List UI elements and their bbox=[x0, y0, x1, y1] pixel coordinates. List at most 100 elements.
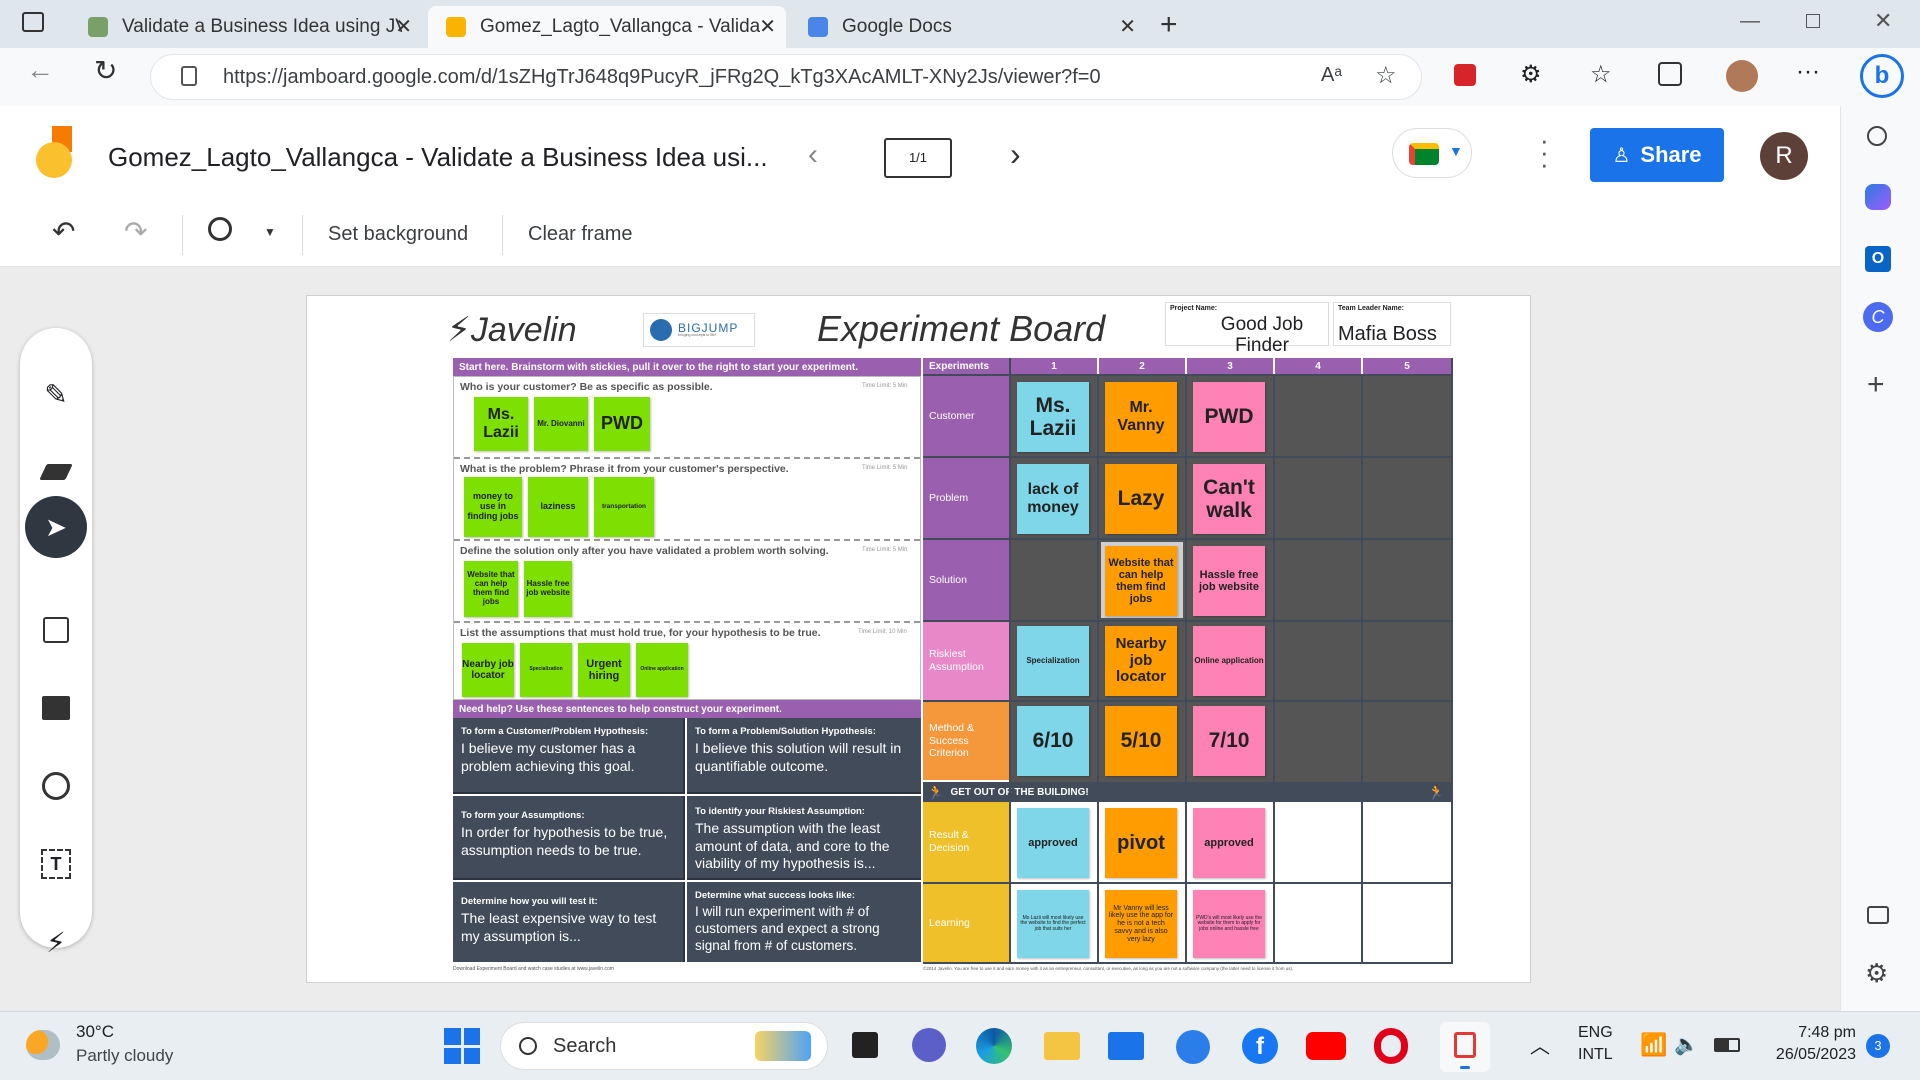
sticky-note[interactable]: PWD bbox=[594, 397, 650, 451]
sticky-note[interactable]: Hassle free job website bbox=[524, 561, 572, 617]
app-icon[interactable] bbox=[1176, 1030, 1210, 1064]
favorite-add-icon[interactable]: ☆ bbox=[1375, 61, 1397, 90]
zoom-dropdown-icon[interactable]: ▼ bbox=[264, 225, 276, 239]
circle-tool[interactable] bbox=[20, 756, 92, 816]
clear-frame-button[interactable]: Clear frame bbox=[528, 223, 632, 246]
sticky-note[interactable]: Website that can help them find jobs bbox=[1105, 546, 1177, 616]
back-icon[interactable]: ← bbox=[26, 54, 54, 86]
sticky-note[interactable]: 6/10 bbox=[1017, 706, 1089, 776]
sticky-note[interactable]: Ms. Lazii bbox=[474, 397, 528, 451]
sticky-note[interactable]: 5/10 bbox=[1105, 706, 1177, 776]
sticky-note[interactable]: Ms Lazii will most likely use the websit… bbox=[1017, 890, 1089, 958]
tab-google-docs[interactable]: Google Docs ✕ bbox=[790, 6, 1146, 48]
set-background-button[interactable]: Set background bbox=[328, 223, 468, 246]
account-avatar[interactable]: R bbox=[1760, 132, 1808, 180]
notification-badge[interactable]: 3 bbox=[1866, 1034, 1890, 1058]
close-window-icon[interactable]: ✕ bbox=[1874, 8, 1892, 34]
frame-counter[interactable]: 1/1 bbox=[884, 138, 952, 178]
read-aloud-icon[interactable]: Aᵃ bbox=[1321, 64, 1342, 87]
more-icon[interactable]: ··· bbox=[1796, 58, 1820, 86]
laser-tool[interactable]: ⚡ bbox=[20, 912, 92, 972]
select-tool[interactable]: ➤ bbox=[25, 496, 87, 558]
add-image-tool[interactable] bbox=[20, 678, 92, 738]
meet-button[interactable]: ▼ bbox=[1392, 128, 1472, 178]
extensions-puzzle-icon[interactable]: ⚙ bbox=[1520, 60, 1542, 89]
close-tab-icon[interactable]: ✕ bbox=[1119, 14, 1136, 39]
undo-icon[interactable]: ↶ bbox=[52, 215, 75, 248]
volume-icon[interactable]: 🔈 bbox=[1674, 1032, 1699, 1057]
next-frame-icon[interactable]: › bbox=[1010, 136, 1021, 173]
sticky-note[interactable]: Specialization bbox=[520, 643, 572, 697]
weather-temp[interactable]: 30°C bbox=[76, 1022, 114, 1042]
teams-chat-icon[interactable] bbox=[912, 1028, 946, 1062]
restore-icon[interactable] bbox=[1806, 14, 1820, 28]
clock[interactable]: 7:48 pm 26/05/2023 bbox=[1760, 1022, 1856, 1065]
tab-actions-icon[interactable] bbox=[22, 12, 44, 32]
outlook-icon[interactable]: O bbox=[1865, 246, 1891, 272]
chevron-up-icon[interactable]: ︿ bbox=[1530, 1030, 1550, 1059]
taskbar-search[interactable]: Search bbox=[500, 1022, 828, 1070]
sticky-note[interactable]: Can't walk bbox=[1193, 464, 1265, 534]
sticky-note[interactable]: lack of money bbox=[1017, 464, 1089, 534]
start-button[interactable] bbox=[444, 1028, 480, 1064]
bing-icon[interactable]: b bbox=[1860, 54, 1904, 98]
wifi-icon[interactable]: 📶 bbox=[1640, 1032, 1667, 1058]
text-box-tool[interactable]: T bbox=[20, 834, 92, 894]
sticky-note[interactable]: Urgent hiring bbox=[578, 643, 630, 697]
battery-icon[interactable] bbox=[1714, 1038, 1740, 1052]
sticky-note[interactable]: PWD bbox=[1193, 382, 1265, 452]
eraser-tool[interactable] bbox=[20, 442, 92, 502]
canva-icon[interactable]: C bbox=[1863, 302, 1893, 332]
sticky-note[interactable]: Ms. Lazii bbox=[1017, 382, 1089, 452]
sticky-note[interactable]: Hassle free job website bbox=[1193, 546, 1265, 616]
sticky-note[interactable]: Mr. Diovanni bbox=[534, 397, 588, 451]
opera-icon[interactable] bbox=[1374, 1028, 1408, 1064]
copilot-icon[interactable] bbox=[1865, 184, 1891, 210]
sticky-note[interactable]: Lazy bbox=[1105, 464, 1177, 534]
add-icon[interactable]: + bbox=[1867, 368, 1885, 402]
sticky-note[interactable]: Mr Vanny will less likely use the app fo… bbox=[1105, 890, 1177, 958]
extension-icon[interactable] bbox=[1454, 64, 1476, 86]
share-button[interactable]: ♙ Share bbox=[1590, 128, 1724, 182]
more-options-icon[interactable]: · · · bbox=[1540, 127, 1549, 177]
weather-icon[interactable] bbox=[26, 1030, 60, 1060]
sticky-note[interactable]: approved bbox=[1017, 808, 1089, 878]
sticky-note[interactable]: Nearby job locator bbox=[1105, 626, 1177, 696]
settings-gear-icon[interactable]: ⚙ bbox=[1865, 958, 1888, 989]
task-view-icon[interactable] bbox=[852, 1032, 878, 1058]
split-panel-icon[interactable] bbox=[1867, 906, 1889, 924]
jam-frame[interactable]: ⚡Javelin BIGJUMP bringing concepts to li… bbox=[306, 295, 1531, 983]
language-indicator[interactable]: ENG INTL bbox=[1578, 1022, 1613, 1065]
pen-tool[interactable]: ✎ bbox=[20, 364, 92, 424]
mail-icon[interactable] bbox=[1108, 1032, 1144, 1060]
sticky-note[interactable]: Online application bbox=[1193, 626, 1265, 696]
favorites-icon[interactable]: ☆ bbox=[1590, 60, 1612, 89]
facebook-icon[interactable]: f bbox=[1242, 1028, 1278, 1064]
document-title[interactable]: Gomez_Lagto_Vallangca - Validate a Busin… bbox=[108, 142, 768, 173]
tab-jamboard[interactable]: Gomez_Lagto_Vallangca - Validat ✕ bbox=[428, 6, 786, 48]
edge-icon[interactable] bbox=[976, 1028, 1012, 1064]
sticky-note[interactable]: Specialization bbox=[1017, 626, 1089, 696]
sticky-note[interactable]: laziness bbox=[528, 477, 588, 537]
search-icon[interactable] bbox=[1867, 126, 1887, 146]
close-tab-icon[interactable]: ✕ bbox=[395, 14, 412, 39]
sticky-note[interactable]: Website that can help them find jobs bbox=[464, 561, 518, 617]
collections-icon[interactable] bbox=[1658, 62, 1682, 86]
weather-desc[interactable]: Partly cloudy bbox=[76, 1046, 173, 1066]
zoom-icon[interactable] bbox=[208, 217, 232, 241]
prev-frame-icon[interactable]: ‹ bbox=[808, 138, 818, 172]
sticky-note[interactable]: 7/10 bbox=[1193, 706, 1265, 776]
sticky-note[interactable]: money to use in finding jobs bbox=[464, 477, 522, 537]
new-tab-button[interactable]: + bbox=[1160, 8, 1178, 42]
sticky-note[interactable]: transportation bbox=[594, 477, 654, 537]
tab-validate-business[interactable]: Validate a Business Idea using JV ✕ bbox=[70, 6, 422, 48]
profile-avatar[interactable] bbox=[1726, 60, 1758, 92]
address-bar[interactable]: https://jamboard.google.com/d/1sZHgTrJ64… bbox=[150, 54, 1422, 100]
sticky-note[interactable]: PWD's will most likely use the website f… bbox=[1193, 890, 1265, 958]
sticky-note[interactable]: Online application bbox=[636, 643, 688, 697]
sticky-note[interactable]: pivot bbox=[1105, 808, 1177, 878]
sticky-note[interactable]: Mr. Vanny bbox=[1105, 382, 1177, 452]
jamboard-taskbar-icon[interactable] bbox=[1440, 1022, 1490, 1072]
close-tab-icon[interactable]: ✕ bbox=[759, 14, 776, 39]
sticky-note[interactable]: Nearby job locator bbox=[462, 643, 514, 697]
